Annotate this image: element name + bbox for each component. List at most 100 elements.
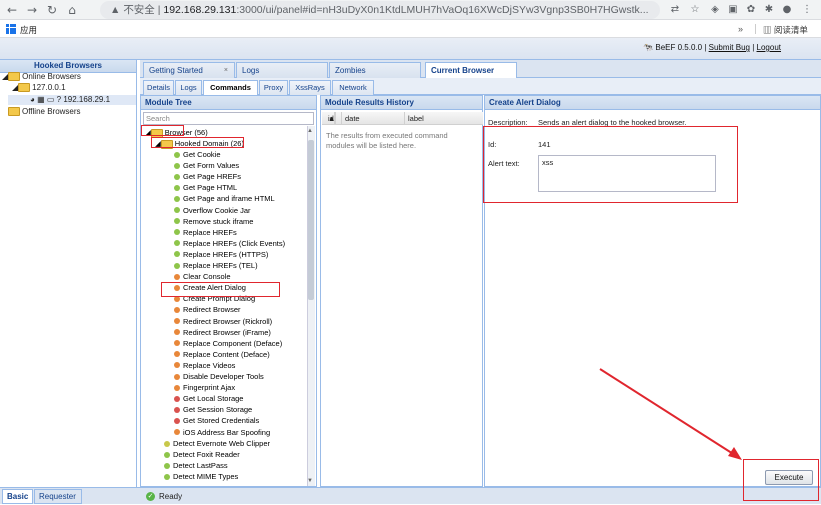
module-item[interactable]: Replace HREFs bbox=[174, 228, 237, 238]
menu-kebab-icon[interactable]: ⋮ bbox=[800, 3, 814, 17]
tab-getting-started[interactable]: Getting Started × bbox=[143, 62, 235, 78]
status-dot-icon bbox=[174, 162, 180, 169]
reading-list[interactable]: ▥ 阅读清单 bbox=[763, 24, 808, 36]
warning-icon: ▲ bbox=[110, 4, 124, 16]
tree-online-browsers[interactable]: ◢ Online Browsers bbox=[2, 72, 81, 82]
annotation-box-create-alert bbox=[161, 282, 280, 297]
module-item[interactable]: Detect Foxit Reader bbox=[164, 450, 240, 460]
tree-label: Offline Browsers bbox=[22, 107, 81, 116]
tab-logs[interactable]: Logs bbox=[236, 62, 328, 78]
status-dot-icon bbox=[174, 395, 180, 402]
status-dot-icon bbox=[174, 340, 180, 347]
module-item[interactable]: Redirect Browser bbox=[174, 305, 241, 315]
tree-offline-browsers[interactable]: Offline Browsers bbox=[8, 107, 81, 117]
module-item[interactable]: Overflow Cookie Jar bbox=[174, 206, 251, 216]
col-id-header[interactable]: id ▲ bbox=[322, 112, 342, 125]
back-icon[interactable]: ← bbox=[4, 2, 20, 18]
module-label: Detect LastPass bbox=[173, 461, 228, 471]
tab-zombies[interactable]: Zombies bbox=[329, 62, 421, 78]
submit-bug-link[interactable]: Submit Bug bbox=[709, 43, 750, 52]
col-date-header[interactable]: date bbox=[342, 112, 405, 125]
translate-icon[interactable]: ⇄ bbox=[668, 3, 682, 17]
scroll-up-icon[interactable]: ▲ bbox=[307, 128, 313, 134]
tree-browser-entry[interactable]: ◕ ▦ ▭ ? 192.168.29.1 bbox=[8, 95, 136, 105]
module-item[interactable]: Replace HREFs (TEL) bbox=[174, 261, 258, 271]
profile-icon[interactable]: ● bbox=[780, 3, 794, 17]
module-item[interactable]: Get Form Values bbox=[174, 161, 239, 171]
subtab-network[interactable]: Network bbox=[332, 80, 374, 95]
apps-icon[interactable] bbox=[6, 24, 16, 34]
check-icon: ✓ bbox=[146, 492, 155, 502]
tab-basic[interactable]: Basic bbox=[2, 489, 34, 504]
subtab-proxy[interactable]: Proxy bbox=[259, 80, 288, 95]
bookmarks-more-icon[interactable]: » bbox=[738, 24, 743, 34]
star-icon[interactable]: ☆ bbox=[688, 3, 702, 17]
beef-version: 0.5.0.0 bbox=[677, 43, 703, 52]
home-icon[interactable]: ⌂ bbox=[64, 2, 80, 18]
module-label: Detect MIME Types bbox=[173, 472, 239, 482]
col-label-header[interactable]: label bbox=[405, 112, 483, 125]
address-bar[interactable]: ▲ 不安全 | 192.168.29.131:3000/ui/panel#id=… bbox=[100, 1, 660, 19]
module-item[interactable]: Fingerprint Ajax bbox=[174, 383, 235, 393]
sub-tabbar: Details Logs Commands Proxy XssRays Netw… bbox=[140, 78, 821, 95]
module-item[interactable]: Get Session Storage bbox=[174, 405, 252, 415]
results-empty-message: The results from executed command module… bbox=[326, 131, 448, 150]
reload-icon[interactable]: ↻ bbox=[44, 2, 60, 18]
module-item[interactable]: Replace HREFs (HTTPS) bbox=[174, 250, 268, 260]
module-item[interactable]: Get Page HTML bbox=[174, 183, 237, 193]
status-dot-icon bbox=[174, 417, 180, 424]
module-item[interactable]: Get Cookie bbox=[174, 150, 221, 160]
subtab-details[interactable]: Details bbox=[143, 80, 174, 95]
puzzle-icon[interactable]: ✱ bbox=[762, 3, 776, 17]
module-item[interactable]: Detect LastPass bbox=[164, 461, 228, 471]
module-tree-scroll-thumb[interactable] bbox=[308, 140, 314, 300]
module-item[interactable]: Replace Component (Deface) bbox=[174, 339, 282, 349]
module-item[interactable]: Get Page HREFs bbox=[174, 172, 241, 182]
folder-icon bbox=[8, 72, 21, 82]
module-item[interactable]: Disable Developer Tools bbox=[174, 372, 264, 382]
extension-grid-icon[interactable]: ▣ bbox=[726, 3, 740, 17]
module-item[interactable]: Replace Content (Deface) bbox=[174, 350, 270, 360]
module-item[interactable]: Get Stored Credentials bbox=[174, 416, 259, 426]
module-item[interactable]: Replace Videos bbox=[174, 361, 235, 371]
tree-host[interactable]: ◢ 127.0.0.1 bbox=[12, 83, 66, 93]
module-item[interactable]: Redirect Browser (Rickroll) bbox=[174, 317, 272, 327]
module-tree-title: Module Tree bbox=[141, 96, 316, 110]
extension-gear-icon[interactable]: ✿ bbox=[744, 3, 758, 17]
tab-requester[interactable]: Requester bbox=[34, 489, 82, 504]
module-item[interactable]: Remove stuck iframe bbox=[174, 217, 253, 227]
module-search-input[interactable]: Search bbox=[143, 112, 314, 125]
logout-link[interactable]: Logout bbox=[757, 43, 781, 52]
status-dot-icon bbox=[174, 251, 180, 258]
module-label: Redirect Browser (Rickroll) bbox=[183, 316, 273, 326]
status-dot-icon bbox=[174, 329, 180, 336]
subtab-xssrays[interactable]: XssRays bbox=[289, 80, 331, 95]
close-icon[interactable]: × bbox=[224, 63, 228, 78]
module-item[interactable]: Clear Console bbox=[174, 272, 231, 282]
status-dot-icon bbox=[174, 429, 180, 435]
module-item[interactable]: Get Local Storage bbox=[174, 394, 243, 404]
results-grid-header: id ▲ date label bbox=[322, 112, 483, 125]
scroll-down-icon[interactable]: ▼ bbox=[307, 478, 313, 484]
status-dot-icon bbox=[174, 318, 180, 324]
bookmark-divider bbox=[755, 24, 756, 34]
bookmark-apps[interactable]: 应用 bbox=[20, 24, 37, 36]
module-item[interactable]: Redirect Browser (iFrame) bbox=[174, 328, 271, 338]
subtab-commands[interactable]: Commands bbox=[203, 80, 258, 95]
module-item[interactable]: Get Page and iframe HTML bbox=[174, 194, 275, 204]
subtab-logs[interactable]: Logs bbox=[175, 80, 202, 95]
module-label: Get Stored Credentials bbox=[183, 416, 260, 426]
status-dot-icon bbox=[174, 151, 180, 158]
module-item[interactable]: Detect Evernote Web Clipper bbox=[164, 439, 270, 449]
tab-current-browser[interactable]: Current Browser bbox=[425, 62, 517, 78]
sort-asc-icon: ▲ bbox=[325, 112, 337, 125]
status-dot-icon bbox=[174, 173, 180, 180]
extension-shield-icon[interactable]: ◈ bbox=[708, 3, 722, 17]
module-item[interactable]: iOS Address Bar Spoofing bbox=[174, 428, 270, 438]
module-item[interactable]: Detect MIME Types bbox=[164, 472, 238, 482]
module-item[interactable]: Replace HREFs (Click Events) bbox=[174, 239, 285, 249]
module-label: Replace HREFs bbox=[183, 227, 237, 237]
forward-icon[interactable]: → bbox=[24, 2, 40, 18]
annotation-box-hooked-domain bbox=[151, 137, 244, 148]
main-tabbar: Getting Started × Logs Zombies Current Br… bbox=[140, 60, 821, 78]
